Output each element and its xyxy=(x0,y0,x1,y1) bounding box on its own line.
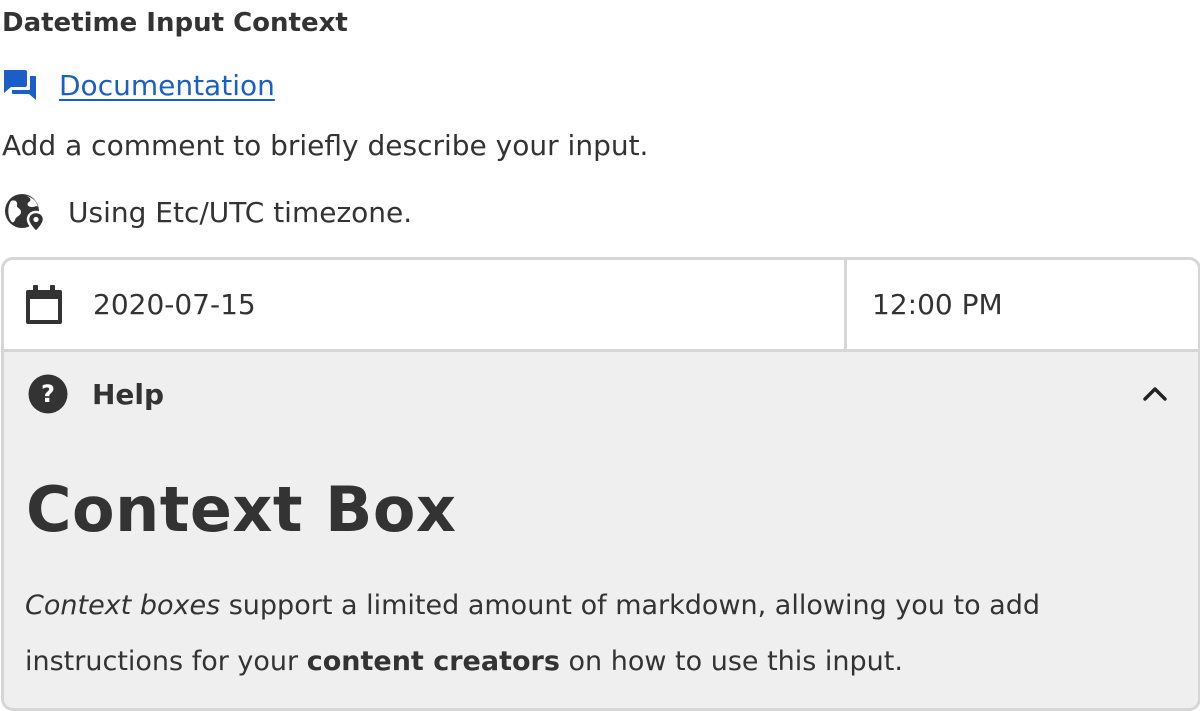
context-body-text-2: on how to use this input. xyxy=(559,646,903,677)
help-label: Help xyxy=(92,377,165,411)
context-box-heading: Context Box xyxy=(26,473,457,546)
calendar-icon[interactable] xyxy=(25,284,63,325)
question-circle-icon: ? xyxy=(28,374,68,414)
globe-location-icon xyxy=(2,190,48,234)
date-value: 2020-07-15 xyxy=(93,288,256,321)
svg-text:?: ? xyxy=(41,380,55,408)
context-body-bold: content creators xyxy=(306,646,560,677)
datetime-input-row: 2020-07-15 12:00 PM xyxy=(4,260,1198,352)
input-comment: Add a comment to briefly describe your i… xyxy=(2,129,649,162)
chevron-up-icon[interactable] xyxy=(1142,382,1168,404)
documentation-row: Documentation xyxy=(2,66,275,104)
timezone-text: Using Etc/UTC timezone. xyxy=(68,195,413,229)
chat-bubbles-icon xyxy=(2,68,38,102)
timezone-row: Using Etc/UTC timezone. xyxy=(2,190,412,234)
date-input[interactable]: 2020-07-15 xyxy=(4,260,847,349)
time-input[interactable]: 12:00 PM xyxy=(847,260,1198,349)
context-box-body: Context boxes support a limited amount o… xyxy=(25,578,1155,690)
help-toggle[interactable]: ? Help xyxy=(4,352,1198,436)
documentation-link[interactable]: Documentation xyxy=(59,69,275,102)
time-value: 12:00 PM xyxy=(872,288,1003,321)
page-title: Datetime Input Context xyxy=(2,8,348,38)
context-body-italic: Context boxes xyxy=(25,590,221,621)
datetime-input-panel: 2020-07-15 12:00 PM ? Help Context Box C… xyxy=(1,257,1200,711)
